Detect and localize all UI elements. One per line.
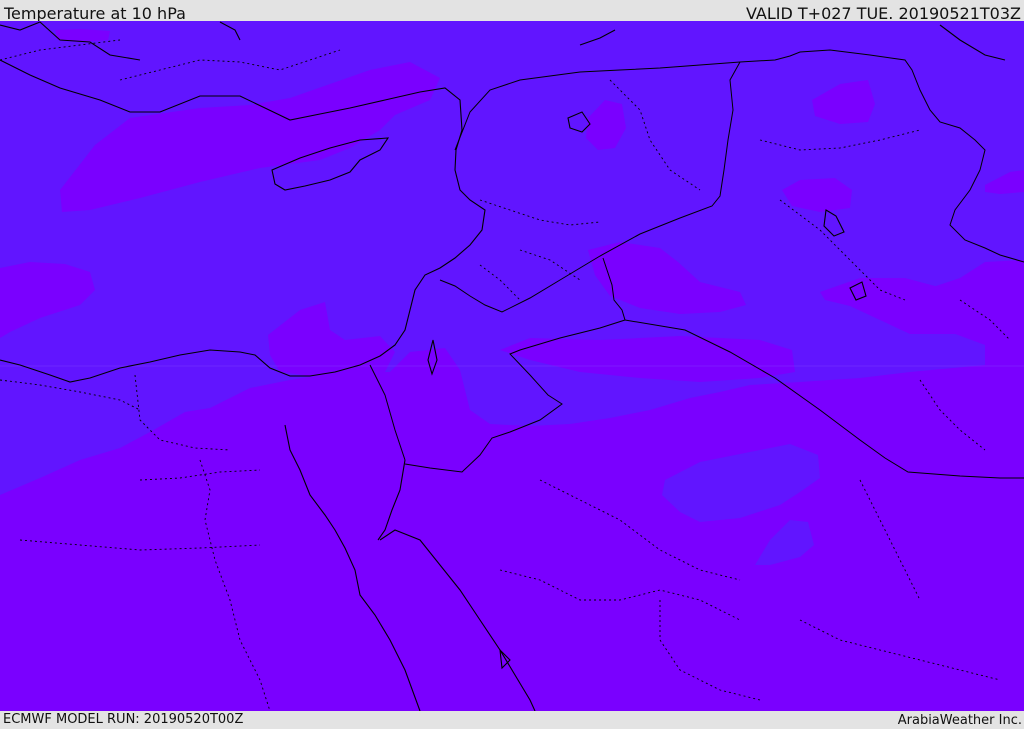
credit: ArabiaWeather Inc.: [897, 713, 1022, 728]
map-header: Temperature at 10 hPa VALID T+027 TUE. 2…: [0, 0, 1024, 23]
temperature-map: [0, 21, 1024, 711]
model-run: ECMWF MODEL RUN: 20190520T00Z: [3, 712, 244, 727]
map-footer: ECMWF MODEL RUN: 20190520T00Z ArabiaWeat…: [0, 711, 1024, 729]
